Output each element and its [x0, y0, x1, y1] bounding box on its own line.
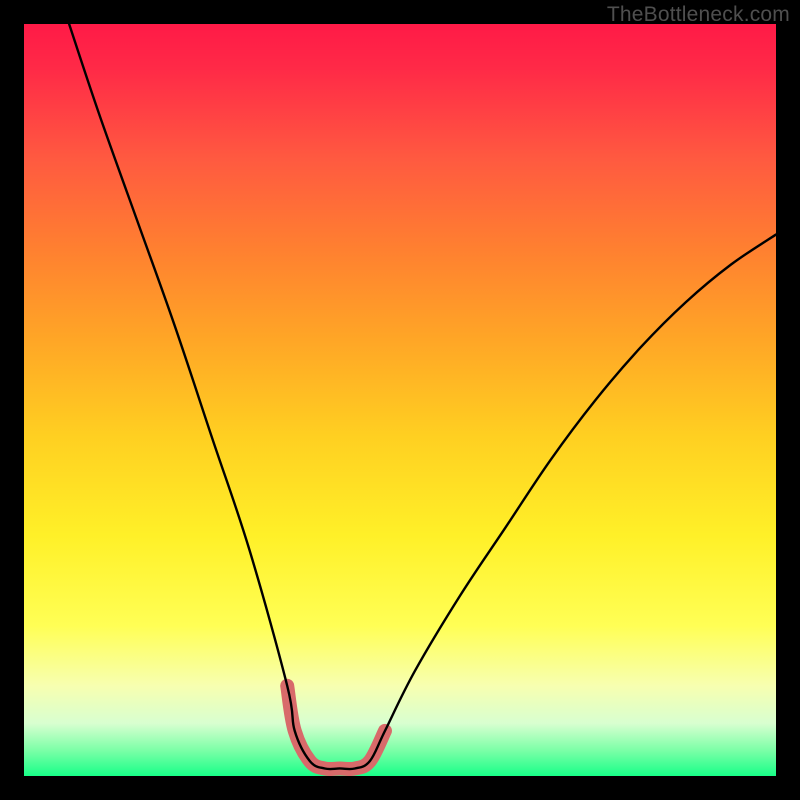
floor-marker	[287, 686, 385, 769]
chart-stage: TheBottleneck.com	[0, 0, 800, 800]
curve-layer	[24, 24, 776, 776]
plot-area	[24, 24, 776, 776]
bottleneck-curve	[69, 24, 776, 769]
